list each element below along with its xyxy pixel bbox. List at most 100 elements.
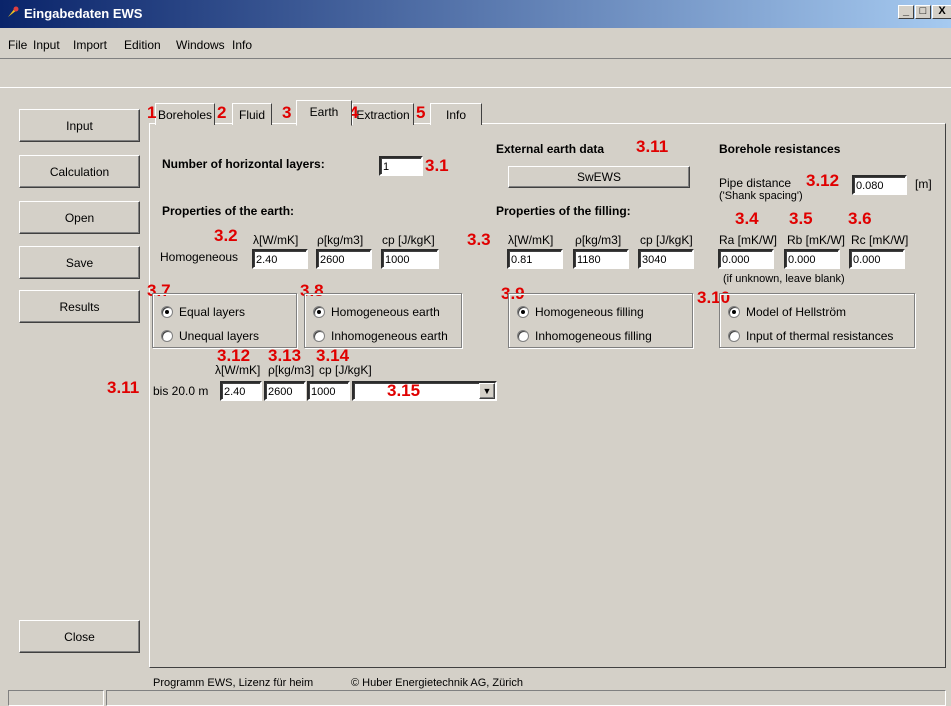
pipe-distance-input[interactable]: 0.080 xyxy=(852,175,907,195)
earth-rho-input[interactable]: 2600 xyxy=(316,249,372,269)
open-button[interactable]: Open xyxy=(19,201,140,234)
filling-properties-title: Properties of the filling: xyxy=(496,204,631,218)
annotation-3-12-top: 3.12 xyxy=(806,171,840,190)
inhomogeneous-earth-radio[interactable]: Inhomogeneous earth xyxy=(313,329,448,343)
layer-lambda-label: λ[W/mK] xyxy=(215,363,261,377)
menu-windows[interactable]: Windows xyxy=(176,38,225,52)
earth-lambda-input[interactable]: 2.40 xyxy=(252,249,308,269)
layer-rho-input[interactable]: 2600 xyxy=(264,381,306,401)
layer-lambda-input[interactable]: 2.40 xyxy=(220,381,262,401)
close-button[interactable]: Close xyxy=(19,620,140,653)
radio-checked-icon xyxy=(728,306,740,318)
tab-number-2: 2 xyxy=(217,103,227,122)
unequal-layers-label: Unequal layers xyxy=(179,329,260,343)
swews-button[interactable]: SwEWS xyxy=(508,166,690,188)
annotation-3-5: 3.5 xyxy=(789,209,813,228)
annotation-3-11: 3.11 xyxy=(107,378,140,397)
thermal-resistances-radio[interactable]: Input of thermal resistances xyxy=(728,329,893,343)
borehole-resistances-title: Borehole resistances xyxy=(719,142,841,156)
maximize-button[interactable]: □ xyxy=(915,5,931,19)
homogeneous-filling-radio[interactable]: Homogeneous filling xyxy=(517,305,644,319)
layer-cp-input[interactable]: 1000 xyxy=(307,381,350,401)
window-title: Eingabedaten EWS xyxy=(24,6,143,21)
layer-cp-label: cp [J/kgK] xyxy=(319,363,372,377)
ra-label: Ra [mK/W] xyxy=(719,233,778,247)
menu-import[interactable]: Import xyxy=(73,38,107,52)
radio-unchecked-icon xyxy=(313,330,325,342)
resistance-hint: (if unknown, leave blank) xyxy=(723,273,845,285)
tab-info[interactable]: Info xyxy=(430,103,482,125)
annotation-3-6: 3.6 xyxy=(848,209,872,228)
inhomogeneous-filling-label: Inhomogeneous filling xyxy=(535,329,652,343)
homogeneous-filling-label: Homogeneous filling xyxy=(535,305,644,319)
rc-input[interactable]: 0.000 xyxy=(849,249,905,269)
pipe-distance-label: Pipe distance xyxy=(719,176,792,190)
status-cell-1 xyxy=(8,690,104,706)
tab-earth[interactable]: Earth xyxy=(296,100,352,126)
filling-cp-label: cp [J/kgK] xyxy=(640,233,693,247)
homogeneous-earth-radio[interactable]: Homogeneous earth xyxy=(313,305,440,319)
rb-label: Rb [mK/W] xyxy=(787,233,846,247)
layers-input[interactable]: 1 xyxy=(379,156,423,176)
hellstrom-model-radio[interactable]: Model of Hellström xyxy=(728,305,846,319)
annotation-3-15: 3.15 xyxy=(387,381,421,400)
radio-checked-icon xyxy=(517,306,529,318)
app-icon xyxy=(8,6,19,17)
rb-input[interactable]: 0.000 xyxy=(784,249,840,269)
homogeneous-label: Homogeneous xyxy=(160,250,239,264)
equal-layers-radio[interactable]: Equal layers xyxy=(161,305,245,319)
annotation-3-4: 3.4 xyxy=(735,209,759,228)
earth-cp-input[interactable]: 1000 xyxy=(381,249,439,269)
annotation-3-3: 3.3 xyxy=(467,230,491,249)
layer-depth-label: bis 20.0 m xyxy=(153,384,209,398)
tab-number-1: 1 xyxy=(147,103,157,122)
earth-lambda-label: λ[W/mK] xyxy=(253,233,299,247)
calculation-button[interactable]: Calculation xyxy=(19,155,140,188)
filling-rho-label: ρ[kg/m3] xyxy=(575,233,622,247)
filling-lambda-input[interactable]: 0.81 xyxy=(507,249,563,269)
tab-boreholes[interactable]: Boreholes xyxy=(155,103,215,125)
toolbar xyxy=(0,58,951,88)
homogeneous-earth-label: Homogeneous earth xyxy=(331,305,440,319)
radio-checked-icon xyxy=(161,306,173,318)
close-window-button[interactable]: X xyxy=(932,5,951,19)
radio-unchecked-icon xyxy=(517,330,529,342)
chevron-down-icon[interactable]: ▼ xyxy=(479,383,495,399)
hellstrom-model-label: Model of Hellström xyxy=(746,305,847,319)
tab-fluid[interactable]: Fluid xyxy=(232,103,272,125)
filling-lambda-label: λ[W/mK] xyxy=(508,233,554,247)
minimize-button[interactable]: _ xyxy=(898,5,914,19)
inhomogeneous-earth-label: Inhomogeneous earth xyxy=(331,329,448,343)
filling-cp-input[interactable]: 3040 xyxy=(638,249,694,269)
save-button[interactable]: Save xyxy=(19,246,140,279)
external-earth-title: External earth data xyxy=(496,142,605,156)
thermal-resistances-label: Input of thermal resistances xyxy=(746,329,894,343)
results-button[interactable]: Results xyxy=(19,290,140,323)
radio-unchecked-icon xyxy=(728,330,740,342)
unequal-layers-radio[interactable]: Unequal layers xyxy=(161,329,259,343)
menu-file[interactable]: File xyxy=(8,38,27,52)
layer-material-dropdown[interactable]: ▼ xyxy=(352,381,497,401)
earth-rho-label: ρ[kg/m3] xyxy=(317,233,364,247)
annotation-3-11-top: 3.11 xyxy=(636,137,669,156)
input-button[interactable]: Input xyxy=(19,109,140,142)
earth-cp-label: cp [J/kgK] xyxy=(382,233,435,247)
filling-rho-input[interactable]: 1180 xyxy=(573,249,629,269)
menu-edition[interactable]: Edition xyxy=(124,38,161,52)
shank-spacing-label: ('Shank spacing') xyxy=(719,190,803,202)
title-bar: Eingabedaten EWS _ □ X xyxy=(0,0,951,28)
menu-input[interactable]: Input xyxy=(33,38,60,52)
menu-info[interactable]: Info xyxy=(232,38,252,52)
tab-extraction[interactable]: Extraction xyxy=(352,103,414,125)
annotation-3-2: 3.2 xyxy=(214,226,238,245)
tab-number-5: 5 xyxy=(416,103,426,122)
ra-input[interactable]: 0.000 xyxy=(718,249,774,269)
inhomogeneous-filling-radio[interactable]: Inhomogeneous filling xyxy=(517,329,652,343)
menu-bar: File Input Import Edition Windows Info xyxy=(0,28,951,58)
layers-label: Number of horizontal layers: xyxy=(162,157,325,171)
radio-checked-icon xyxy=(313,306,325,318)
status-bar xyxy=(0,688,951,706)
annotation-3-1: 3.1 xyxy=(425,156,449,175)
layer-rho-label: ρ[kg/m3] xyxy=(268,363,315,377)
rc-label: Rc [mK/W] xyxy=(851,233,909,247)
